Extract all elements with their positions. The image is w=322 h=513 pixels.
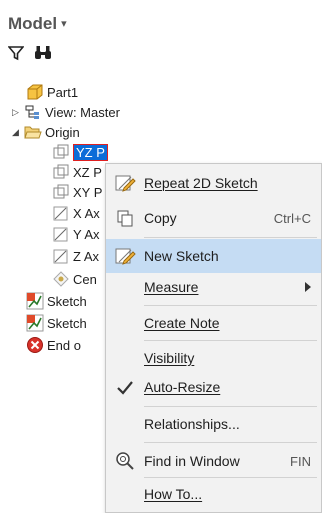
- binoculars-icon[interactable]: [34, 45, 52, 64]
- sketch-icon: [26, 314, 44, 332]
- menu-item-relationships[interactable]: Relationships...: [106, 407, 321, 441]
- filter-icon[interactable]: [7, 45, 25, 64]
- menu-item-repeat-2d-sketch[interactable]: Repeat 2D Sketch: [106, 166, 321, 200]
- browser-title[interactable]: Model ▾: [8, 14, 67, 34]
- tree-item-sketch1[interactable]: Sketch: [26, 291, 87, 311]
- menu-separator: [144, 442, 317, 443]
- find-in-window-icon: [106, 444, 144, 478]
- menu-separator: [144, 237, 317, 238]
- yz-plane-label: YZ P: [73, 143, 108, 161]
- tree-item-xy-plane[interactable]: XY P: [52, 182, 102, 202]
- expand-right-icon[interactable]: ▷: [12, 107, 24, 118]
- tree-item-yz-plane[interactable]: YZ P: [52, 142, 108, 162]
- checkmark-icon: [106, 370, 144, 404]
- tree-item-y-axis[interactable]: Y Ax: [52, 224, 100, 244]
- context-menu: Repeat 2D Sketch Copy Ctrl+C New Sketch …: [105, 163, 322, 513]
- view-icon: [24, 103, 42, 121]
- tree-item-part1[interactable]: Part1: [26, 82, 78, 102]
- folder-open-icon: [24, 123, 42, 141]
- work-axis-icon: [52, 225, 70, 243]
- menu-item-new-sketch[interactable]: New Sketch: [106, 239, 321, 273]
- center-point-icon: [52, 270, 70, 288]
- menu-item-copy[interactable]: Copy Ctrl+C: [106, 201, 321, 235]
- tree-item-x-axis[interactable]: X Ax: [52, 203, 100, 223]
- menu-item-auto-resize[interactable]: Auto-Resize: [106, 370, 321, 404]
- tree-item-origin[interactable]: ◢ Origin: [12, 122, 80, 142]
- sketch-pencil-icon: [106, 166, 144, 200]
- browser-title-label: Model: [8, 14, 58, 33]
- sketch-icon: [26, 292, 44, 310]
- tree-item-end-of-part[interactable]: End o: [26, 335, 81, 355]
- tree-item-z-axis[interactable]: Z Ax: [52, 246, 99, 266]
- browser-toolbar: [7, 45, 52, 64]
- work-axis-icon: [52, 204, 70, 222]
- tree-item-center-point[interactable]: Cen: [52, 269, 97, 289]
- copy-shortcut: Ctrl+C: [273, 210, 311, 226]
- find-shortcut: FIN: [290, 453, 311, 469]
- tree-item-xz-plane[interactable]: XZ P: [52, 162, 102, 182]
- copy-icon: [106, 201, 144, 235]
- menu-item-create-note[interactable]: Create Note: [106, 306, 321, 340]
- work-plane-icon: [52, 143, 70, 161]
- menu-item-how-to[interactable]: How To...: [106, 477, 321, 511]
- tree-item-sketch2[interactable]: Sketch: [26, 313, 87, 333]
- menu-item-find-in-window[interactable]: Find in Window FIN: [106, 444, 321, 478]
- sketch-pencil-icon: [106, 239, 144, 273]
- work-axis-icon: [52, 247, 70, 265]
- end-of-part-icon: [26, 336, 44, 354]
- submenu-arrow-icon: [305, 282, 311, 292]
- part-icon: [26, 83, 44, 101]
- collapse-down-icon[interactable]: ◢: [12, 127, 24, 138]
- tree-item-view[interactable]: ▷ View: Master: [12, 102, 120, 122]
- work-plane-icon: [52, 163, 70, 181]
- work-plane-icon: [52, 183, 70, 201]
- chevron-down-icon[interactable]: ▾: [61, 18, 67, 30]
- menu-item-measure[interactable]: Measure: [106, 270, 321, 304]
